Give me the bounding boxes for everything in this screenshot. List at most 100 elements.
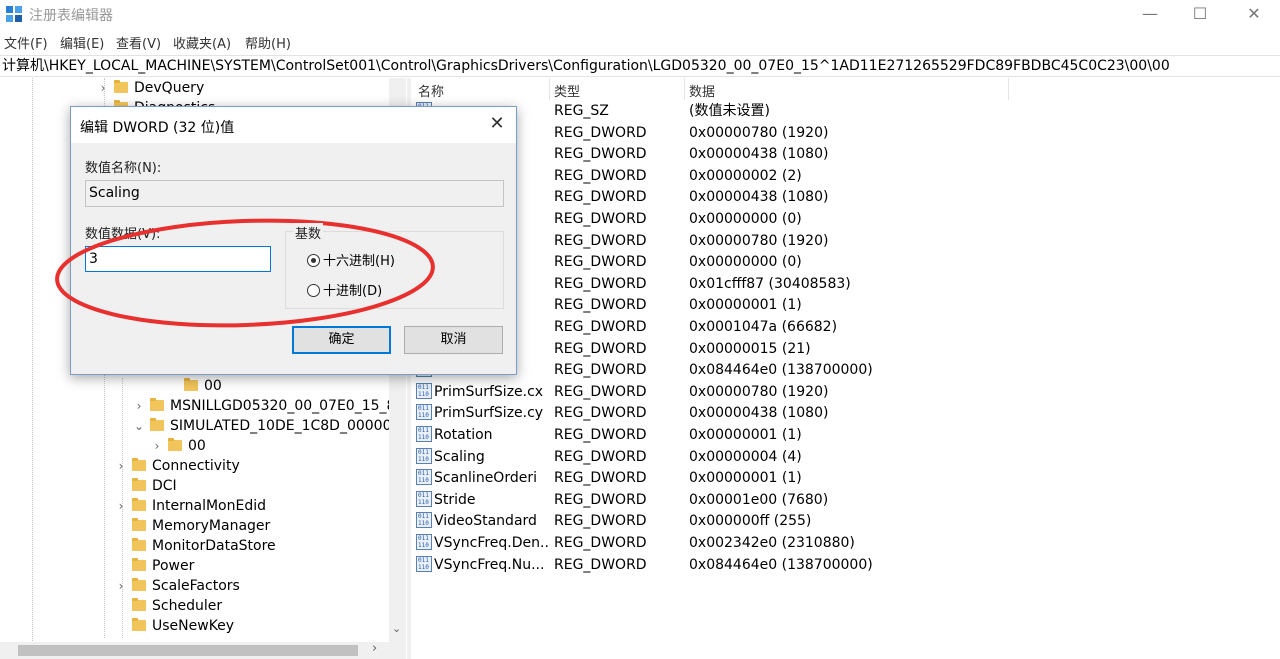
table-row[interactable]: x.riREG_DWORD0x00000780 (1920) (412, 231, 1280, 253)
minimize-button[interactable]: — (1127, 0, 1173, 30)
value-type-cell: REG_DWORD (554, 448, 647, 465)
value-type-cell: REG_DWORD (554, 535, 647, 551)
table-row[interactable]: yREG_DWORD0x00000438 (1080) (412, 144, 1280, 166)
tree-item-power[interactable]: Power (114, 556, 194, 576)
tree-item-memorymanager[interactable]: MemoryManager (114, 516, 270, 536)
tree-item-devquery[interactable]: › DevQuery (96, 78, 204, 98)
value-name-cell[interactable]: Stride (416, 490, 548, 511)
value-name-cell[interactable]: PrimSurfSize.cx (416, 382, 548, 403)
value-name-cell[interactable]: VSyncFreq.Nu... (416, 555, 548, 576)
tree-item-simulated[interactable]: ⌄ SIMULATED_10DE_1C8D_0000000 (132, 416, 406, 436)
value-data-cell: 0x00000015 (21) (689, 340, 811, 357)
table-row[interactable]: VSyncFreq.Den... REG_DWORD 0x002342e0 (231… (412, 533, 1280, 555)
dialog-close-icon[interactable]: ✕ (484, 113, 510, 137)
value-data-cell: 0x084464e0 (138700000) (689, 362, 873, 379)
maximize-button[interactable]: ☐ (1177, 0, 1223, 30)
table-row[interactable]: REG_DWORD 0x00000015 (21) (412, 339, 1280, 361)
chevron-right-icon[interactable]: › (96, 78, 110, 98)
binary-value-icon (416, 426, 432, 442)
radio-decimal[interactable]: 十进制(D) (307, 280, 382, 299)
table-row[interactable]: xREG_DWORD0x00000780 (1920) (412, 123, 1280, 145)
value-name-cell[interactable]: ScanlineOrderi (416, 468, 548, 489)
table-row[interactable]: Scaling REG_DWORD 0x00000004 (4) (412, 447, 1280, 469)
tree-item-connectivity[interactable]: › Connectivity (114, 456, 240, 476)
horizontal-scroll-thumb[interactable] (18, 645, 358, 656)
table-row[interactable]: VideoStandard REG_DWORD 0x000000ff (255) (412, 511, 1280, 533)
table-row[interactable]: ScanlineOrderi REG_DWORD 0x00000001 (1) (412, 468, 1280, 490)
value-data-input[interactable]: 3 (85, 246, 271, 272)
value-name-cell[interactable]: Rotation (416, 425, 548, 446)
chevron-right-icon[interactable]: › (132, 396, 146, 416)
value-name-cell[interactable]: Scaling (416, 447, 548, 468)
tree-item-scalefactors[interactable]: › ScaleFactors (114, 576, 240, 596)
tree-item-00[interactable]: › 00 (150, 436, 206, 456)
scroll-down-arrow-icon[interactable]: ⌄ (392, 622, 401, 635)
radio-hexadecimal[interactable]: 十六进制(H) (307, 250, 395, 269)
edit-dword-dialog: 编辑 DWORD (32 位)值 ✕ 数值名称(N): Scaling 数值数据… (70, 106, 517, 375)
base-group-label: 基数 (293, 223, 324, 242)
folder-icon (132, 578, 148, 592)
chevron-down-icon[interactable]: ⌄ (132, 416, 146, 436)
tree-horizontal-scrollbar[interactable]: › (0, 641, 406, 659)
scroll-right-arrow-icon[interactable]: › (372, 641, 377, 656)
value-name-cell[interactable]: VSyncFreq.Den... (416, 533, 548, 554)
tree-item-dci[interactable]: DCI (114, 476, 177, 496)
menu-view[interactable]: 查看(V) (116, 33, 161, 52)
tree-item-scheduler[interactable]: Scheduler (114, 596, 222, 616)
table-row[interactable]: REG_DWORD 0x01cfff87 (30408583) (412, 274, 1280, 296)
table-row[interactable]: Stride REG_DWORD 0x00001e00 (7680) (412, 490, 1280, 512)
table-row[interactable]: PixelRateREG_DWORD0x084464e0 (138700000) (412, 360, 1280, 382)
table-row[interactable]: x.b...REG_DWORD0x00000438 (1080) (412, 187, 1280, 209)
menu-help[interactable]: 帮助(H) (245, 33, 291, 52)
radio-selected-icon[interactable] (307, 254, 320, 267)
table-row[interactable]: REG_DWORD 0x00000002 (2) (412, 166, 1280, 188)
value-name-cell[interactable]: PrimSurfSize.cy (416, 403, 548, 424)
table-row[interactable]: Rotation REG_DWORD 0x00000001 (1) (412, 425, 1280, 447)
chevron-right-icon[interactable]: › (114, 576, 128, 596)
table-row[interactable]: PrimSurfSize.cy REG_DWORD 0x00000438 (1080… (412, 403, 1280, 425)
menu-favorites[interactable]: 收藏夹(A) (173, 33, 231, 52)
value-data-cell: 0x00000780 (1920) (689, 232, 829, 249)
table-row[interactable]: PrimSurfSize.cx REG_DWORD 0x00000780 (1920… (412, 382, 1280, 404)
chevron-right-icon[interactable]: › (114, 456, 128, 476)
cancel-button[interactable]: 取消 (404, 326, 503, 354)
column-data[interactable]: 数据 (689, 81, 715, 100)
table-row[interactable]: REG_SZ (数值未设置) (412, 101, 1280, 123)
tree-item-selected-00[interactable]: 00 (180, 376, 222, 396)
binary-value-icon (416, 512, 432, 529)
folder-icon (150, 398, 166, 412)
tree-item-usenewkey[interactable]: UseNewKey (114, 616, 234, 636)
column-type[interactable]: 类型 (554, 81, 580, 100)
chevron-right-icon[interactable]: › (114, 496, 128, 516)
table-row[interactable]: x.leftREG_DWORD0x00000000 (0) (412, 209, 1280, 231)
value-type-cell: REG_DWORD (554, 556, 647, 573)
close-window-button[interactable]: ✕ (1231, 0, 1277, 30)
ok-button[interactable]: 确定 (292, 326, 391, 354)
table-row[interactable]: De...REG_DWORD0x00000001 (1) (412, 295, 1280, 317)
folder-icon (132, 478, 148, 492)
folder-icon (132, 518, 148, 532)
menu-edit[interactable]: 编辑(E) (60, 33, 104, 52)
table-row[interactable]: x.topREG_DWORD0x00000000 (0) (412, 252, 1280, 274)
value-data-cell: 0x000000ff (255) (689, 513, 812, 530)
menu-file[interactable]: 文件(F) (4, 33, 48, 52)
tree-item-msnil[interactable]: › MSNILLGD05320_00_07E0_15_80 (132, 396, 404, 416)
value-data-label: 数值数据(V): (85, 227, 161, 242)
value-type-cell: REG_DWORD (554, 319, 647, 335)
value-type-cell: REG_DWORD (554, 254, 647, 271)
address-bar[interactable]: 计算机\HKEY_LOCAL_MACHINE\SYSTEM\ControlSet… (0, 55, 1280, 77)
value-name-cell[interactable]: VideoStandard (416, 511, 548, 532)
value-type-cell: REG_DWORD (554, 297, 647, 314)
value-data-cell: 0x00000438 (1080) (689, 405, 829, 422)
column-name[interactable]: 名称 (418, 81, 444, 100)
folder-icon (114, 80, 130, 94)
tree-item-monitordatastore[interactable]: MonitorDataStore (114, 536, 276, 556)
table-row[interactable]: VSyncFreq.Nu... REG_DWORD 0x084464e0 (1387… (412, 555, 1280, 577)
value-type-cell: REG_DWORD (554, 189, 647, 206)
folder-icon (184, 378, 200, 392)
tree-item-internalmonedid[interactable]: › InternalMonEdid (114, 496, 266, 516)
binary-value-icon (416, 447, 432, 464)
radio-unselected-icon[interactable] (307, 284, 320, 297)
table-row[interactable]: Nu...REG_DWORD0x0001047a (66682) (412, 317, 1280, 339)
chevron-right-icon[interactable]: › (150, 436, 164, 456)
